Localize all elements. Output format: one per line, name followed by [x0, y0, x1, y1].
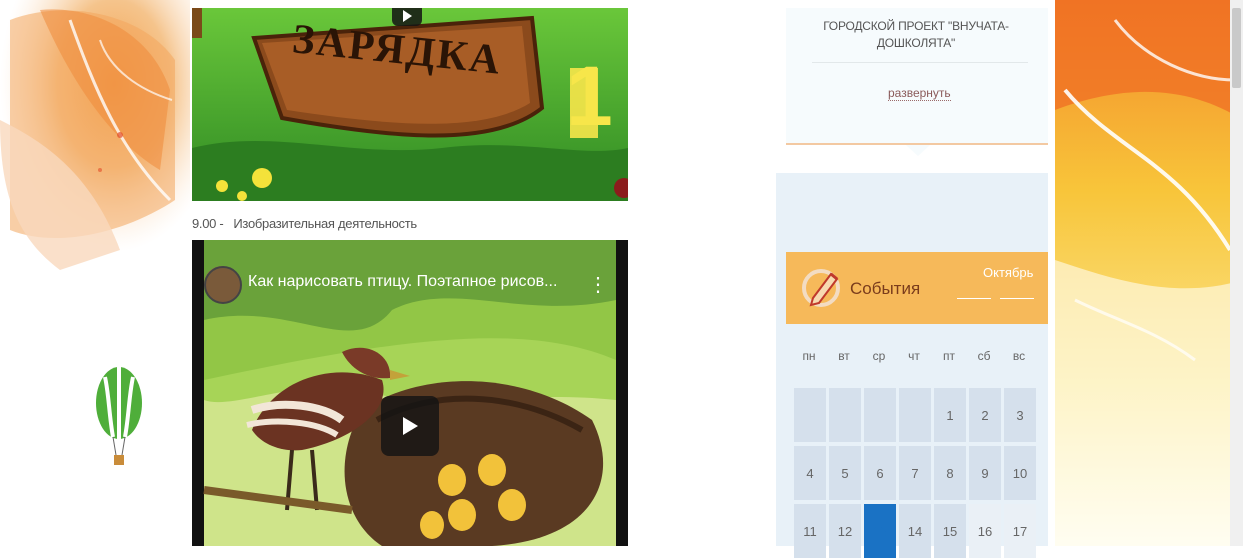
calendar-day-15[interactable]: 15	[934, 504, 966, 558]
video-overlay-number: 1	[566, 49, 613, 143]
calendar-day-9[interactable]: 9	[969, 446, 1001, 500]
schedule-time: 9.00 -	[192, 216, 224, 231]
calendar-empty-cell	[794, 388, 826, 442]
calendar-day-3[interactable]: 3	[1004, 388, 1036, 442]
scrollbar-thumb[interactable]	[1232, 8, 1241, 88]
play-icon[interactable]	[392, 8, 422, 26]
card-pointer	[906, 145, 930, 156]
balloon-image	[95, 365, 143, 470]
pencil-icon	[801, 264, 843, 310]
calendar-empty-cell	[864, 388, 896, 442]
divider	[812, 62, 1028, 63]
calendar-day-8[interactable]: 8	[934, 446, 966, 500]
video-player-zaryadka[interactable]: ЗАРЯДКА 1	[192, 8, 628, 201]
play-button[interactable]	[381, 396, 439, 456]
right-decoration	[1055, 0, 1243, 546]
video-title[interactable]: Как нарисовать птицу. Поэтапное рисов...	[248, 273, 557, 291]
events-title: События	[850, 279, 921, 298]
calendar-day-6[interactable]: 6	[864, 446, 896, 500]
channel-avatar[interactable]	[204, 266, 242, 304]
play-icon	[403, 417, 418, 435]
weekday-4: пт	[943, 349, 955, 363]
calendar-empty-cell	[899, 388, 931, 442]
calendar-day-10[interactable]: 10	[1004, 446, 1036, 500]
weekday-2: ср	[872, 349, 886, 363]
schedule-subject: Изобразительная деятельность	[233, 216, 417, 231]
calendar-day-5[interactable]: 5	[829, 446, 861, 500]
weekday-6: вс	[1012, 349, 1026, 363]
calendar-day-2[interactable]: 2	[969, 388, 1001, 442]
calendar-day-12[interactable]: 12	[829, 504, 861, 558]
expand-link[interactable]: развернуть	[888, 86, 951, 101]
schedule-caption: 9.00 - Изобразительная деятельность	[192, 216, 417, 231]
calendar-day-14[interactable]: 14	[899, 504, 931, 558]
weekday-0: пн	[802, 349, 816, 363]
calendar-day-17[interactable]: 17	[1004, 504, 1036, 558]
calendar-empty-cell	[829, 388, 861, 442]
calendar-day-1[interactable]: 1	[934, 388, 966, 442]
weekday-3: чт	[908, 349, 920, 363]
prev-month-arrow[interactable]	[957, 298, 991, 299]
project-title: ГОРОДСКОЙ ПРОЕКТ "ВНУЧАТА- ДОШКОЛЯТА"	[823, 19, 1009, 50]
calendar-day-11[interactable]: 11	[794, 504, 826, 558]
weekday-1: вт	[838, 349, 850, 363]
video-menu-icon[interactable]: ⋮	[588, 272, 608, 297]
weekday-5: сб	[977, 349, 991, 363]
calendar-day-7[interactable]: 7	[899, 446, 931, 500]
calendar-day-16[interactable]: 16	[969, 504, 1001, 558]
calendar-day-4[interactable]: 4	[794, 446, 826, 500]
calendar-day-13[interactable]: 13	[864, 504, 896, 558]
month-label: Октябрь	[983, 265, 1034, 280]
next-month-arrow[interactable]	[1000, 298, 1034, 299]
